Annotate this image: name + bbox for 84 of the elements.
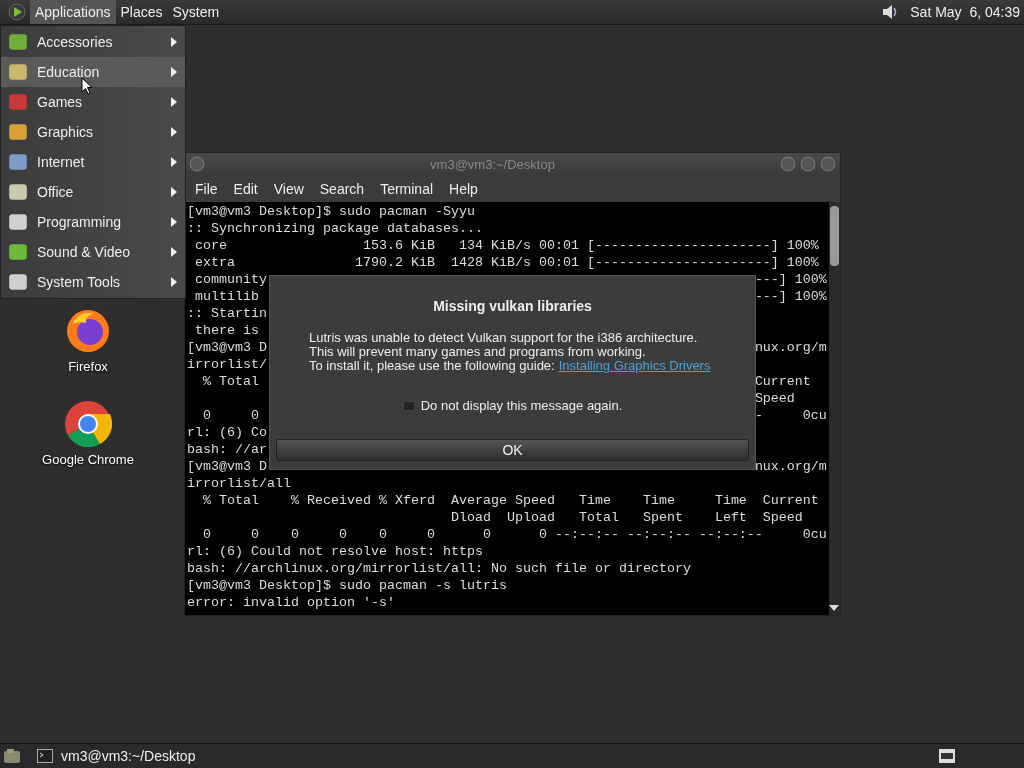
dialog-title: Missing vulkan libraries <box>433 298 592 314</box>
terminal-line: [vm3@vm3 Desktop]$ sudo pacman -Syyu <box>187 203 475 220</box>
submenu-arrow-icon <box>171 217 177 227</box>
menu-bar-item[interactable]: Terminal <box>372 178 442 199</box>
menu-item[interactable]: Office <box>1 177 185 207</box>
menu-bar-item[interactable]: View <box>265 178 312 199</box>
terminal-line: bash: //ar <box>187 441 267 458</box>
terminal-line: 0 0 0 0 0 0 0 0 --:--:-- --:--:-- --:--:-- 0cu <box>202 526 827 543</box>
taskbar-window-button[interactable]: vm3@vm3:~/Desktop <box>29 748 204 764</box>
terminal-line: ---] 100% <box>754 271 827 288</box>
terminal-line: community <box>194 271 267 288</box>
terminal-line: :: Synchronizing package databases... <box>187 220 483 237</box>
terminal-line: multilib <box>194 288 259 305</box>
terminal-line: Speed <box>754 390 796 407</box>
submenu-arrow-icon <box>171 67 177 77</box>
mouse-cursor-icon <box>81 77 93 95</box>
submenu-arrow-icon <box>171 277 177 287</box>
terminal-line: - 0cu <box>754 407 827 424</box>
menu-item[interactable]: Programming <box>1 207 185 237</box>
submenu-arrow-icon <box>171 97 177 107</box>
scroll-down-arrow-icon[interactable] <box>829 605 840 611</box>
terminal-line: 0 0 <box>202 407 259 424</box>
submenu-arrow-icon <box>171 157 177 167</box>
terminal-icon <box>37 749 53 763</box>
menu-bar-item[interactable]: Search <box>311 178 373 199</box>
scrollbar-thumb[interactable] <box>829 206 839 266</box>
terminal-line: [vm3@vm3 D <box>187 458 267 475</box>
checkbox-label[interactable]: Do not display this message again. <box>420 398 623 413</box>
dialog-message: To install it, please use the following guide: <box>309 358 555 373</box>
desktop-icon-label[interactable]: Google Chrome <box>42 452 134 467</box>
terminal-line: core 153.6 KiB 134 KiB/s 00:01 [----------------------] 100% <box>194 237 819 254</box>
submenu-arrow-icon <box>171 37 177 47</box>
checkbox[interactable] <box>402 400 415 411</box>
terminal-line: nux.org/m <box>754 339 827 356</box>
menu-item[interactable]: Internet <box>1 147 185 177</box>
panel-menu[interactable]: Places <box>115 0 168 24</box>
link[interactable]: Installing Graphics Drivers <box>558 358 711 373</box>
terminal-line: irrorlist/ <box>187 356 267 373</box>
window-control-icon[interactable] <box>820 156 836 172</box>
chrome-logo-icon[interactable] <box>64 400 112 448</box>
clock[interactable]: Sat May 6, 04:39 <box>910 4 1020 20</box>
terminal-line: error: invalid option '-s' <box>187 594 395 611</box>
submenu-arrow-icon <box>171 127 177 137</box>
menu-item[interactable]: Accessories <box>1 27 185 57</box>
terminal-line: Current <box>754 373 812 390</box>
window-title: vm3@vm3:~/Desktop <box>429 156 556 172</box>
terminal-line: bash: //archlinux.org/mirrorlist/all: No such file or directory <box>187 560 691 577</box>
ok-button[interactable]: OK <box>276 439 749 461</box>
workspace-switcher-icon[interactable] <box>938 748 956 764</box>
terminal-line: extra 1790.2 KiB 1428 KiB/s 00:01 [----------------------] 100% <box>194 254 819 271</box>
terminal-line: % Total % Received % Xferd Average Speed Time Time Time Current <box>202 492 819 509</box>
terminal-line: there is <box>194 322 259 339</box>
window-menu-icon[interactable] <box>189 156 205 172</box>
submenu-arrow-icon <box>171 247 177 257</box>
terminal-line: [vm3@vm3 Desktop]$ sudo pacman -s lutris <box>187 577 507 594</box>
menu-item[interactable]: Games <box>1 87 185 117</box>
panel-menu[interactable]: System <box>167 0 225 24</box>
desktop-icon-label[interactable]: Firefox <box>68 359 108 374</box>
terminal-line: irrorlist/all <box>187 475 291 492</box>
panel-menu[interactable]: Applications <box>30 0 116 24</box>
terminal-line: [vm3@vm3 D <box>187 339 267 356</box>
terminal-line: Dload Upload Total Spent Left Speed <box>449 509 803 526</box>
terminal-line: rl: (6) Could not resolve host: https <box>187 543 483 560</box>
scrollbar[interactable] <box>828 202 840 615</box>
terminal-line: :: Startin <box>187 305 267 322</box>
menu-bar-item[interactable]: Help <box>441 178 486 199</box>
dialog-message: Lutris was unable to detect Vulkan support for the i386 architecture. <box>309 330 698 345</box>
show-desktop-icon[interactable] <box>3 748 21 764</box>
menu-bar-item[interactable]: File <box>187 178 226 199</box>
dialog-message: This will prevent many games and programs from working. <box>309 344 646 359</box>
submenu-arrow-icon <box>171 187 177 197</box>
play-logo-icon[interactable] <box>8 3 26 21</box>
menu-bar-item[interactable]: Edit <box>225 178 266 199</box>
window-control-icon[interactable] <box>800 156 816 172</box>
firefox-logo-icon[interactable] <box>64 307 112 355</box>
window-control-icon[interactable] <box>780 156 796 172</box>
menu-item[interactable]: Graphics <box>1 117 185 147</box>
terminal-line: rl: (6) Co <box>187 424 267 441</box>
terminal-line: nux.org/m <box>754 458 827 475</box>
menu-item[interactable]: Sound & Video <box>1 237 185 267</box>
terminal-line: ---] 100% <box>754 288 827 305</box>
terminal-line: % Total <box>202 373 259 390</box>
menu-item[interactable]: System Tools <box>1 267 185 297</box>
menu-item[interactable]: Education <box>1 57 185 87</box>
